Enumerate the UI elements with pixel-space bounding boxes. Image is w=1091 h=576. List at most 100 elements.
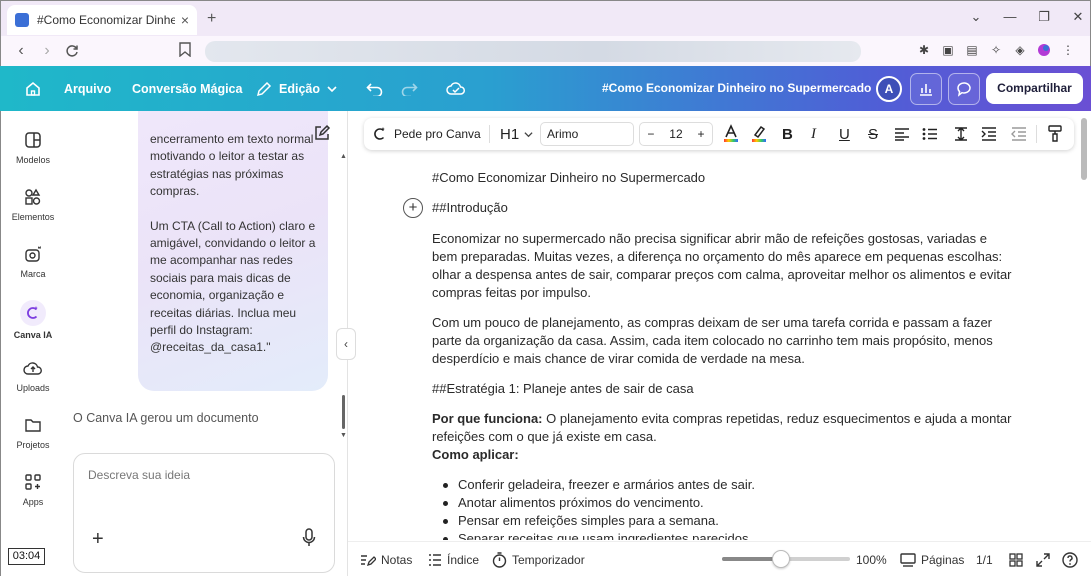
shield-icon[interactable]: ◈ — [1012, 42, 1028, 58]
align-left-icon — [895, 128, 909, 141]
italic-button[interactable]: I — [811, 118, 816, 150]
rail-item-apps[interactable]: Apps — [1, 471, 65, 507]
bullet-list-button[interactable] — [922, 118, 938, 150]
new-tab-button[interactable]: + — [207, 10, 216, 28]
redo-button[interactable] — [400, 66, 418, 111]
document-scrollbar[interactable] — [1081, 118, 1087, 180]
sparkle-icon[interactable]: ✧ — [988, 42, 1004, 58]
menu-magic-switch[interactable]: Conversão Mágica — [132, 66, 242, 111]
add-attachment-button[interactable]: + — [92, 528, 104, 551]
document-title[interactable]: #Como Economizar Dinheiro no Supermercad… — [602, 66, 871, 111]
highlight-button[interactable] — [750, 118, 768, 150]
grid-view-button[interactable] — [1009, 542, 1023, 576]
tab-list-chevron-icon[interactable]: ⌄ — [959, 9, 993, 25]
reload-icon[interactable] — [65, 44, 81, 58]
bullet-list-icon — [922, 128, 937, 140]
avatar[interactable]: A — [876, 76, 902, 102]
doc-heading-introduction[interactable]: ##Introdução — [432, 199, 1012, 217]
sidebar-icon[interactable]: ▣ — [940, 42, 956, 58]
notes-button[interactable]: Notas — [360, 542, 412, 576]
templates-icon — [22, 129, 44, 151]
decrease-size-button[interactable]: − — [647, 127, 654, 141]
browser-menu-icon[interactable]: ⋮ — [1060, 42, 1076, 58]
editor-header: Arquivo Conversão Mágica Edição #Como Ec… — [0, 66, 1091, 111]
underline-button[interactable]: U — [839, 118, 850, 150]
line-spacing-button[interactable] — [953, 118, 969, 150]
indent-button[interactable] — [981, 118, 997, 150]
how-label[interactable]: Como aplicar: — [432, 446, 1012, 464]
text-color-button[interactable] — [722, 118, 740, 150]
pages-button[interactable]: Páginas — [900, 542, 964, 576]
pencil-icon — [256, 81, 272, 96]
help-button[interactable] — [1062, 542, 1078, 576]
font-size-value[interactable]: 12 — [669, 127, 682, 141]
scroll-up-arrow[interactable]: ▲ — [340, 153, 347, 160]
document-canvas[interactable]: #Como Economizar Dinheiro no Supermercad… — [348, 150, 1078, 540]
microphone-icon[interactable] — [302, 528, 316, 548]
prompt-input[interactable] — [88, 468, 318, 482]
brand-icon — [22, 243, 44, 265]
minimize-icon[interactable]: — — [993, 9, 1027, 25]
new-chat-button[interactable] — [313, 124, 331, 142]
rail-item-uploads[interactable]: Uploads — [1, 357, 65, 393]
home-icon — [26, 81, 40, 96]
heading-select[interactable]: H1 — [500, 118, 533, 150]
doc-paragraph-why[interactable]: Por que funciona: O planejamento evita c… — [432, 410, 1012, 446]
doc-paragraph[interactable]: Com um pouco de planejamento, as compras… — [432, 314, 1012, 368]
font-family-select[interactable]: Arimo — [540, 122, 634, 146]
ask-canva-button[interactable]: Pede pro Canva — [372, 118, 481, 150]
rail-item-canva-ai[interactable]: Canva IA — [1, 300, 65, 340]
browser-tab[interactable]: #Como Economizar Dinheiro no Supermercad… — [7, 5, 197, 35]
undo-button[interactable] — [366, 66, 384, 111]
add-block-button[interactable]: + — [403, 198, 423, 218]
forward-icon[interactable]: › — [39, 42, 55, 60]
list-item[interactable]: Pensar em refeições simples para a seman… — [432, 512, 1012, 530]
chevron-down-icon — [524, 131, 533, 137]
profile-orb-icon[interactable] — [1036, 42, 1052, 58]
address-bar[interactable] — [205, 41, 861, 62]
rail-item-projects[interactable]: Projetos — [1, 414, 65, 450]
back-icon[interactable]: ‹ — [13, 42, 29, 60]
rail-item-templates[interactable]: Modelos — [1, 129, 65, 165]
restore-icon[interactable]: ❐ — [1027, 9, 1061, 25]
list-item[interactable]: Separar receitas que usam ingredientes p… — [432, 530, 1012, 540]
doc-paragraph[interactable]: Economizar no supermercado não precisa s… — [432, 230, 1012, 302]
format-painter-button[interactable] — [1048, 118, 1062, 150]
fullscreen-button[interactable] — [1036, 542, 1050, 576]
list-item[interactable]: Anotar alimentos próximos do vencimento. — [432, 494, 1012, 512]
strikethrough-button[interactable]: S — [868, 118, 878, 150]
doc-title[interactable]: #Como Economizar Dinheiro no Supermercad… — [432, 169, 1012, 187]
comments-button[interactable] — [948, 73, 980, 105]
ask-canva-label: Pede pro Canva — [394, 127, 481, 141]
cloud-saved-button[interactable] — [446, 66, 466, 111]
zoom-slider-handle[interactable] — [771, 550, 790, 568]
puzzle-icon[interactable]: ✱ — [916, 42, 932, 58]
timer-button[interactable]: Temporizador — [492, 542, 585, 576]
rail-item-elements[interactable]: Elementos — [1, 186, 65, 222]
list-item[interactable]: Conferir geladeira, freezer e armários a… — [432, 476, 1012, 494]
wallet-icon[interactable]: ▤ — [964, 42, 980, 58]
paint-roller-icon — [1048, 125, 1062, 142]
tab-close-icon[interactable]: × — [181, 12, 189, 28]
increase-size-button[interactable]: + — [698, 127, 705, 141]
doc-bullet-list[interactable]: Conferir geladeira, freezer e armários a… — [432, 476, 1012, 540]
zoom-level[interactable]: 100% — [856, 542, 887, 576]
share-button[interactable]: Compartilhar — [986, 73, 1083, 104]
scroll-down-arrow[interactable]: ▼ — [340, 432, 347, 439]
rail-label: Canva IA — [13, 330, 53, 340]
index-button[interactable]: Índice — [428, 542, 479, 576]
menu-edit-label: Edição — [279, 81, 320, 96]
doc-heading-strategy[interactable]: ##Estratégia 1: Planeje antes de sair de… — [432, 380, 1012, 398]
bookmark-icon[interactable] — [179, 42, 193, 58]
elements-icon — [22, 186, 44, 208]
rail-item-brand[interactable]: Marca — [1, 243, 65, 279]
close-window-icon[interactable]: ✕ — [1061, 9, 1091, 25]
align-button[interactable] — [894, 118, 910, 150]
panel-scrollbar-thumb[interactable] — [342, 395, 345, 429]
outdent-button[interactable] — [1011, 118, 1027, 150]
insights-button[interactable] — [910, 73, 942, 105]
home-button[interactable] — [24, 66, 42, 111]
menu-file[interactable]: Arquivo — [64, 66, 111, 111]
bold-button[interactable]: B — [782, 118, 793, 150]
menu-edit[interactable]: Edição — [256, 66, 337, 111]
